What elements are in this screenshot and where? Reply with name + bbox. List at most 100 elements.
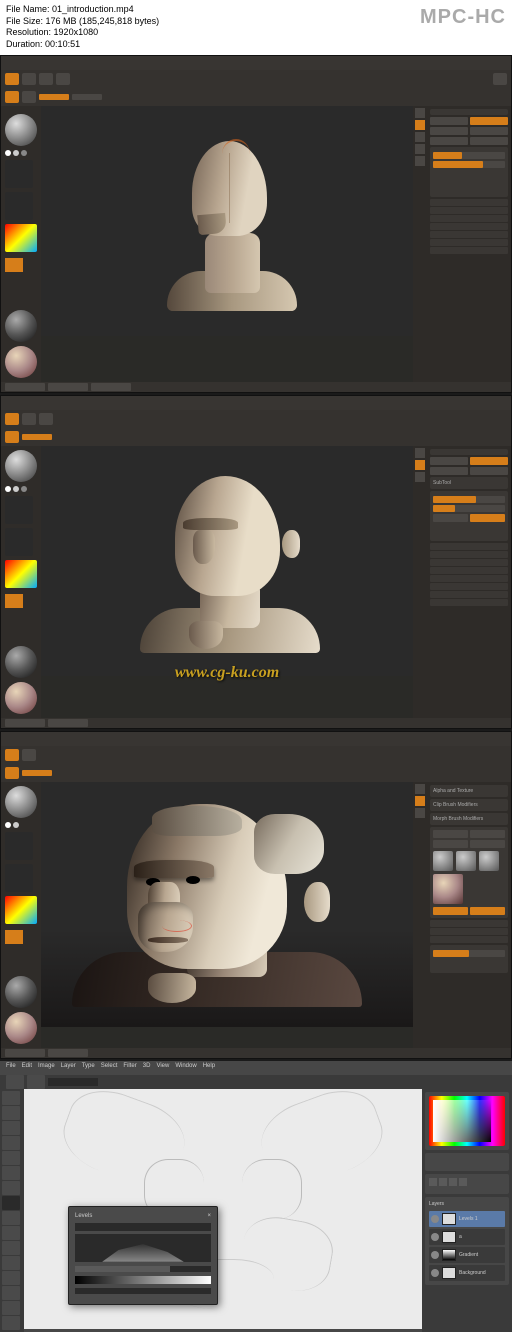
brush-button[interactable] [5, 91, 19, 103]
layer-row[interactable]: Levels 1 [429, 1211, 505, 1227]
frame-button[interactable] [415, 448, 425, 458]
rollout-item[interactable] [430, 551, 508, 558]
frame-button[interactable] [415, 108, 425, 118]
brush-preview[interactable] [5, 450, 37, 482]
panel-button[interactable] [470, 137, 508, 145]
visibility-icon[interactable] [431, 1215, 439, 1223]
rollout-item[interactable] [430, 928, 508, 935]
layer-row[interactable]: a [429, 1229, 505, 1245]
texture-slot[interactable] [5, 192, 33, 220]
slider[interactable] [433, 505, 505, 512]
tool-button[interactable] [5, 413, 19, 425]
active-color[interactable] [5, 930, 23, 944]
panel-button[interactable] [433, 840, 468, 848]
shelf-button[interactable] [48, 383, 88, 391]
color-picker[interactable] [5, 560, 37, 588]
alpha-slot[interactable] [5, 496, 33, 524]
layer-row[interactable]: Gradient [429, 1247, 505, 1263]
brush-button[interactable] [5, 431, 19, 443]
options-item[interactable] [6, 1075, 24, 1089]
menu-item[interactable]: Type [82, 1063, 95, 1073]
gradient-tool[interactable] [2, 1256, 20, 1270]
toolbar-button[interactable] [39, 73, 53, 85]
eraser-tool[interactable] [2, 1241, 20, 1255]
zoom-button[interactable] [415, 156, 425, 166]
rollout-item[interactable] [430, 215, 508, 222]
slider[interactable] [433, 950, 505, 957]
sculpt-viewport[interactable]: www.cg-ku.com [41, 446, 413, 676]
rollout-item[interactable] [430, 936, 508, 943]
shelf-button[interactable] [48, 719, 88, 727]
intensity-slider[interactable] [22, 434, 52, 440]
rollout-item[interactable] [430, 559, 508, 566]
levels-dialog[interactable]: Levels × [68, 1206, 218, 1305]
active-color[interactable] [5, 258, 23, 272]
panel-button[interactable] [433, 514, 468, 522]
texture-slot[interactable] [5, 528, 33, 556]
intensity-slider[interactable] [39, 94, 69, 100]
menu-item[interactable]: Help [203, 1063, 215, 1073]
color-picker[interactable] [5, 896, 37, 924]
menu-item[interactable]: Edit [22, 1063, 32, 1073]
adjust-icon[interactable] [439, 1178, 447, 1186]
sdiv-slider[interactable] [433, 496, 505, 503]
panel-button[interactable] [470, 117, 508, 125]
panel-button[interactable] [433, 830, 468, 838]
crop-tool[interactable] [2, 1151, 20, 1165]
active-color[interactable] [5, 594, 23, 608]
tool-button[interactable] [5, 749, 19, 761]
rollout-item[interactable] [430, 199, 508, 206]
toolbar-button[interactable] [22, 73, 36, 85]
sculpt-viewport[interactable] [41, 782, 413, 1027]
adjust-icon[interactable] [429, 1178, 437, 1186]
panel-button[interactable] [433, 907, 468, 915]
floor-button[interactable] [415, 132, 425, 142]
toolbar-button[interactable] [22, 749, 36, 761]
current-tool-thumb[interactable] [433, 874, 463, 904]
rollout-item[interactable] [430, 583, 508, 590]
shelf-button[interactable] [5, 383, 45, 391]
size-slider[interactable] [72, 94, 102, 100]
rollout-item[interactable] [430, 231, 508, 238]
pen-tool[interactable] [2, 1301, 20, 1315]
brush-preview[interactable] [5, 114, 37, 146]
tool-button[interactable] [5, 73, 19, 85]
adjust-icon[interactable] [449, 1178, 457, 1186]
output-levels-slider[interactable] [75, 1288, 211, 1294]
floor-button[interactable] [415, 808, 425, 818]
material-preview[interactable] [5, 682, 37, 714]
frame-button[interactable] [415, 784, 425, 794]
panel-button[interactable] [470, 514, 505, 522]
toolbar-button[interactable] [56, 73, 70, 85]
menu-item[interactable]: Filter [123, 1063, 136, 1073]
eyedropper-tool[interactable] [2, 1166, 20, 1180]
menu-item[interactable]: Image [38, 1063, 55, 1073]
panel-button[interactable] [470, 840, 505, 848]
visibility-icon[interactable] [431, 1269, 439, 1277]
lasso-tool[interactable] [2, 1121, 20, 1135]
toolbar-button[interactable] [22, 91, 36, 103]
history-brush-tool[interactable] [2, 1226, 20, 1240]
hue-picker[interactable] [429, 1096, 505, 1146]
persp-button[interactable] [415, 796, 425, 806]
menu-item[interactable]: Select [101, 1063, 118, 1073]
brush-button[interactable] [5, 767, 19, 779]
material-preview[interactable] [5, 646, 37, 678]
panel-button[interactable] [430, 117, 468, 125]
close-icon[interactable]: × [207, 1213, 211, 1219]
type-tool[interactable] [2, 1316, 20, 1330]
panel-button[interactable] [470, 457, 508, 465]
rollout-item[interactable] [430, 575, 508, 582]
menu-item[interactable]: 3D [143, 1063, 151, 1073]
move-button[interactable] [415, 144, 425, 154]
panel-button[interactable] [470, 467, 508, 475]
color-picker[interactable] [5, 224, 37, 252]
preset-dropdown[interactable] [75, 1223, 211, 1231]
sculpt-viewport[interactable] [41, 106, 413, 336]
panel-button[interactable] [430, 467, 468, 475]
rollout-item[interactable] [430, 207, 508, 214]
shelf-button[interactable] [5, 719, 45, 727]
options-item[interactable] [27, 1075, 45, 1089]
rollout-item[interactable] [430, 223, 508, 230]
rollout-item[interactable] [430, 239, 508, 246]
